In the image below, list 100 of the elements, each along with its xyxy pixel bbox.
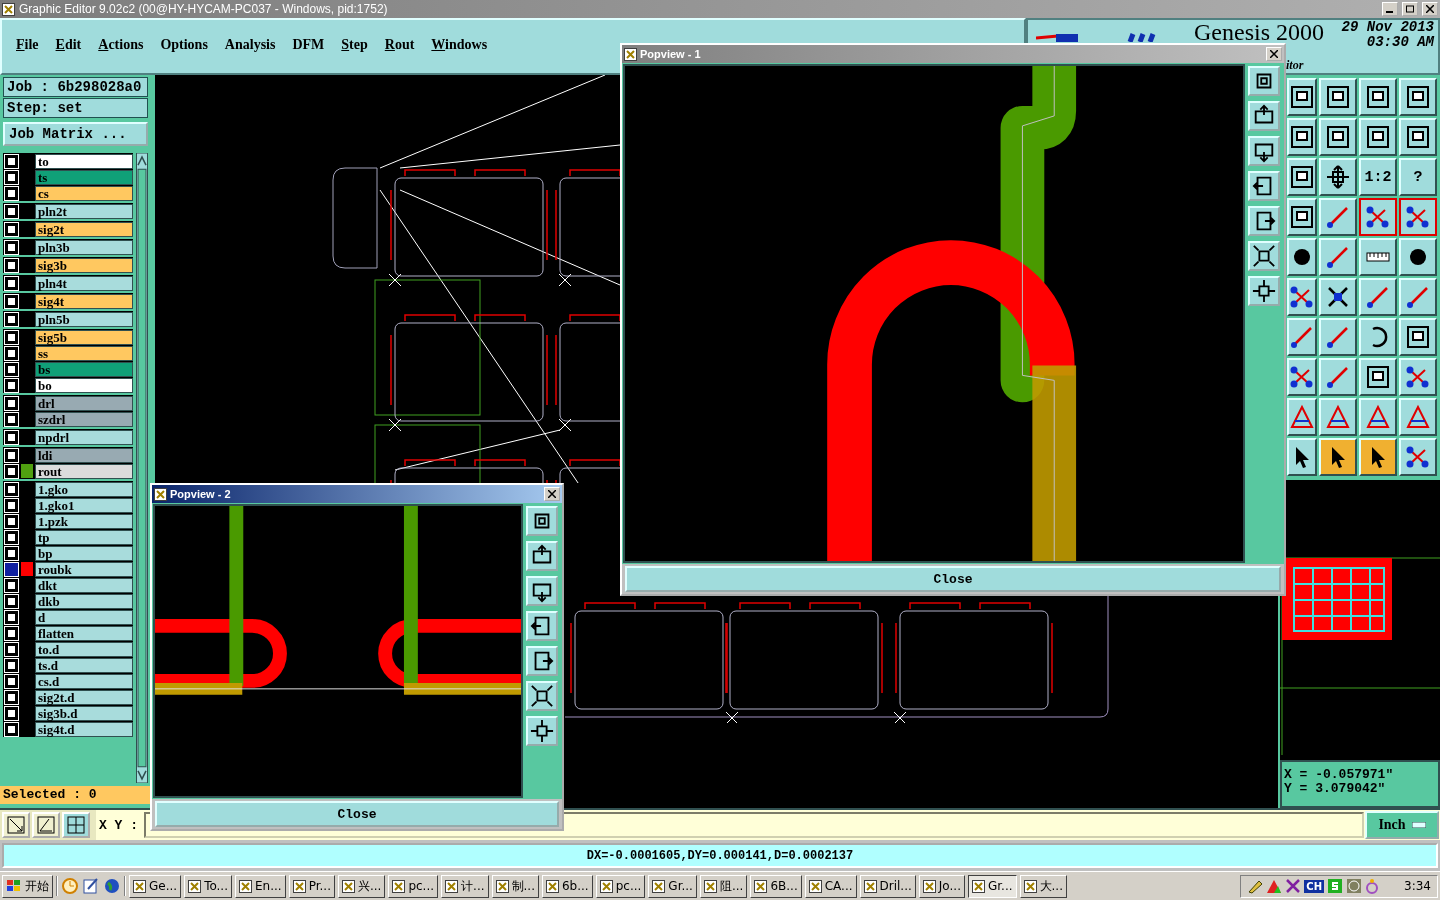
grid-tool-button[interactable]	[62, 812, 90, 838]
layer-name[interactable]: dkt	[35, 577, 133, 593]
view-tool-button[interactable]	[1248, 101, 1280, 131]
menu-item[interactable]: Windows	[431, 36, 488, 53]
view-tool-button[interactable]	[1248, 241, 1280, 271]
layer-name[interactable]: to	[35, 153, 133, 169]
units-button[interactable]: Inch	[1365, 811, 1439, 839]
triangle-icon[interactable]	[1266, 878, 1283, 894]
layer-name[interactable]: 1.gko1	[35, 497, 133, 513]
taskbar-button[interactable]: Pr...	[288, 874, 335, 898]
close-button[interactable]: Close	[625, 566, 1281, 592]
layer-name[interactable]: rout	[35, 463, 133, 479]
layer-name[interactable]: tp	[35, 529, 133, 545]
taskbar-button[interactable]: 阻...	[699, 874, 748, 898]
taskbar-button[interactable]: 制...	[491, 874, 539, 898]
taskbar-button[interactable]: CA...	[804, 874, 857, 898]
tool-button[interactable]	[1359, 198, 1397, 236]
resize-tool-button[interactable]	[2, 812, 30, 838]
start-button[interactable]: 开始	[2, 874, 53, 898]
layer-name[interactable]: sig3b	[35, 257, 133, 273]
view-tool-button[interactable]	[1248, 276, 1280, 306]
layer-name[interactable]: ts	[35, 169, 133, 185]
job-matrix-button[interactable]: Job Matrix ...	[3, 122, 148, 146]
taskbar-button[interactable]: pc...	[595, 874, 646, 898]
layer-name[interactable]: drl	[35, 395, 133, 411]
view-tool-button[interactable]	[526, 716, 558, 746]
layer-name[interactable]: sig4t	[35, 293, 133, 309]
menu-item[interactable]: Step	[341, 36, 368, 53]
menu-item[interactable]: File	[16, 36, 39, 53]
close-button[interactable]: Close	[155, 801, 559, 827]
view-tool-button[interactable]	[526, 541, 558, 571]
layer-name[interactable]: sig2t	[35, 221, 133, 237]
layer-name[interactable]: dkb	[35, 593, 133, 609]
menu-item[interactable]: Rout	[384, 36, 415, 53]
view-tool-button[interactable]	[526, 611, 558, 641]
layer-name[interactable]: bp	[35, 545, 133, 561]
view-tool-button[interactable]	[1248, 66, 1280, 96]
close-button[interactable]	[1266, 47, 1282, 61]
menu-item[interactable]: Options	[160, 36, 208, 53]
layer-name[interactable]: ldi	[35, 447, 133, 463]
layer-name[interactable]: cs	[35, 185, 133, 201]
taskbar-button[interactable]: Ge...	[129, 874, 182, 898]
tool-button[interactable]: ?	[1399, 158, 1437, 196]
view-tool-button[interactable]	[526, 646, 558, 676]
minimize-button[interactable]	[1382, 2, 1398, 16]
layer-name[interactable]: ts.d	[35, 657, 133, 673]
menu-item[interactable]: DFM	[292, 36, 325, 53]
close-button[interactable]	[1422, 2, 1438, 16]
layer-name[interactable]: szdrl	[35, 411, 133, 427]
layer-name[interactable]: sig5b	[35, 329, 133, 345]
layer-name[interactable]: to.d	[35, 641, 133, 657]
view-tool-button[interactable]	[1248, 206, 1280, 236]
ring-icon[interactable]	[1365, 878, 1380, 894]
angle-tool-button[interactable]	[32, 812, 60, 838]
layer-name[interactable]: pln3b	[35, 239, 133, 255]
taskbar-button[interactable]: Jo...	[918, 874, 965, 898]
taskbar-button[interactable]: Gr...	[967, 874, 1017, 898]
notepad-icon[interactable]	[82, 877, 100, 895]
globe-icon[interactable]	[103, 877, 121, 895]
view-tool-button[interactable]	[1248, 136, 1280, 166]
pencil-icon[interactable]	[1247, 878, 1264, 894]
taskbar-button[interactable]: pc...	[388, 874, 439, 898]
maximize-button[interactable]	[1402, 2, 1418, 16]
language-indicator[interactable]: CH	[1304, 879, 1325, 893]
layer-name[interactable]: cs.d	[35, 673, 133, 689]
layer-name[interactable]: bs	[35, 361, 133, 377]
view-tool-button[interactable]	[526, 506, 558, 536]
cross-icon[interactable]	[1285, 878, 1302, 894]
clock-icon[interactable]	[1346, 878, 1363, 894]
view-tool-button[interactable]	[526, 576, 558, 606]
layer-name[interactable]: sig2t.d	[35, 689, 133, 705]
layer-name[interactable]: d	[35, 609, 133, 625]
taskbar-button[interactable]: 6b...	[542, 874, 593, 898]
layer-name[interactable]: sig3b.d	[35, 705, 133, 721]
taskbar-button[interactable]: En...	[235, 874, 286, 898]
layer-name[interactable]: ss	[35, 345, 133, 361]
taskbar-button[interactable]: Gr...	[648, 874, 697, 898]
menu-item[interactable]: Actions	[98, 36, 144, 53]
view-tool-button[interactable]	[526, 681, 558, 711]
shield-icon[interactable]	[1327, 878, 1344, 894]
layer-name[interactable]: roubk	[35, 561, 133, 577]
layer-name[interactable]: flatten	[35, 625, 133, 641]
layer-name[interactable]: pln4t	[35, 275, 133, 291]
layer-name[interactable]: sig4t.d	[35, 721, 133, 737]
view-tool-button[interactable]	[1248, 171, 1280, 201]
layer-name[interactable]: bo	[35, 377, 133, 393]
layer-name[interactable]: 1.gko	[35, 481, 133, 497]
menu-item[interactable]: Analysis	[224, 36, 276, 53]
taskbar-button[interactable]: 兴...	[337, 874, 386, 898]
taskbar-button[interactable]: 6B...	[750, 874, 802, 898]
taskbar-button[interactable]: 大...	[1019, 874, 1067, 898]
taskbar-button[interactable]: Dril...	[859, 874, 916, 898]
tool-button[interactable]: 1:2	[1359, 158, 1397, 196]
menu-item[interactable]: Edit	[55, 36, 82, 53]
scrollbar[interactable]	[136, 153, 148, 783]
tool-button[interactable]	[1399, 198, 1437, 236]
layer-name[interactable]: npdrl	[35, 429, 133, 445]
layer-checkbox[interactable]	[5, 562, 18, 576]
taskbar-button[interactable]: 计...	[441, 874, 489, 898]
layer-name[interactable]: pln2t	[35, 203, 133, 219]
